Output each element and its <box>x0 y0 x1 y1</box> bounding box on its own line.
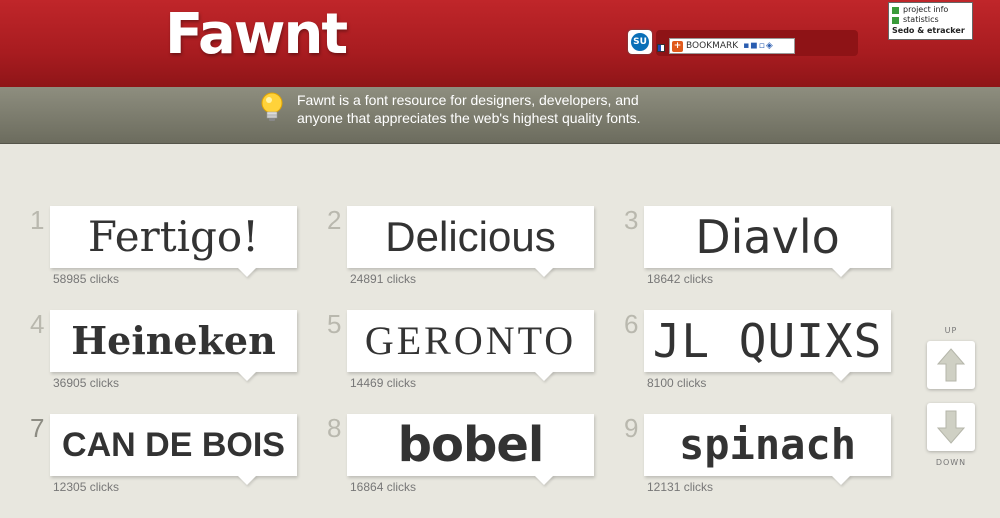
down-label: DOWN <box>935 458 967 467</box>
font-preview[interactable]: GERONTO <box>347 310 594 372</box>
font-sample-can-de-bois: CAN DE BOIS <box>62 426 285 464</box>
bookmark-button[interactable]: + BOOKMARK ▪◼▫◈ <box>669 38 795 54</box>
site-tagline: Fawnt is a font resource for designers, … <box>297 91 717 127</box>
etracker-brand: Sedo & etracker <box>892 26 965 35</box>
font-rank: 6 <box>624 309 639 339</box>
stumbleupon-label: SU <box>631 33 649 51</box>
font-card-9[interactable]: 9 spinach 12131 clicks <box>624 413 904 508</box>
click-count: 8100 clicks <box>647 376 707 390</box>
etracker-statistics: statistics <box>903 15 939 24</box>
font-rank: 9 <box>624 413 639 443</box>
font-rank: 5 <box>327 309 342 339</box>
lightbulb-icon <box>261 92 283 121</box>
callout-pointer <box>831 371 851 381</box>
font-sample-bobel: bobel <box>397 417 545 473</box>
arrow-icon <box>892 16 899 24</box>
click-count: 16864 clicks <box>350 480 417 494</box>
font-sample-spinach: spinach <box>678 420 856 469</box>
callout-pointer <box>831 267 851 277</box>
font-sample-geronto: GERONTO <box>364 318 577 363</box>
share-service-icons: ▪◼▫◈ <box>743 41 774 51</box>
callout-pointer <box>237 475 257 485</box>
font-card-1[interactable]: 1 Fertigo! 58985 clicks <box>30 205 310 300</box>
font-card-6[interactable]: 6 JL QUIXS 8100 clicks <box>624 309 904 404</box>
page-navigation: UP DOWN <box>926 326 976 471</box>
font-card-8[interactable]: 8 bobel 16864 clicks <box>327 413 607 508</box>
font-rank: 7 <box>30 413 45 443</box>
font-preview[interactable]: Delicious <box>347 206 594 268</box>
font-rank: 4 <box>30 309 45 339</box>
font-rank: 1 <box>30 205 45 235</box>
font-preview[interactable]: spinach <box>644 414 891 476</box>
font-sample-heineken: Heineken <box>71 318 276 363</box>
tagline-line-2: anyone that appreciates the web's highes… <box>297 110 641 126</box>
font-sample-jl-quixs: JL QUIXS <box>652 314 883 368</box>
font-preview[interactable]: CAN DE BOIS <box>50 414 297 476</box>
font-sample-delicious: Delicious <box>385 213 556 260</box>
click-count: 12131 clicks <box>647 480 714 494</box>
click-count: 12305 clicks <box>53 480 120 494</box>
click-count: 18642 clicks <box>647 272 714 286</box>
font-preview[interactable]: Diavlo <box>644 206 891 268</box>
font-preview[interactable]: bobel <box>347 414 594 476</box>
site-logo[interactable]: Fawnt <box>165 2 348 67</box>
font-rank: 2 <box>327 205 342 235</box>
arrow-down-icon <box>936 410 966 444</box>
callout-pointer <box>831 475 851 485</box>
etracker-project-info: project info <box>903 5 949 14</box>
font-preview[interactable]: Fertigo! <box>50 206 297 268</box>
arrow-up-icon <box>936 348 966 382</box>
callout-pointer <box>534 267 554 277</box>
click-count: 36905 clicks <box>53 376 120 390</box>
bookmark-label: BOOKMARK <box>686 41 739 51</box>
tagline-line-1: Fawnt is a font resource for designers, … <box>297 92 639 108</box>
click-count: 14469 clicks <box>350 376 417 390</box>
callout-pointer <box>237 371 257 381</box>
font-sample-fertigo: Fertigo! <box>87 212 260 261</box>
font-card-4[interactable]: 4 Heineken 36905 clicks <box>30 309 310 404</box>
scroll-down-button[interactable] <box>927 403 975 451</box>
font-rank: 8 <box>327 413 342 443</box>
font-sample-diavlo: Diavlo <box>695 210 840 264</box>
font-card-2[interactable]: 2 Delicious 24891 clicks <box>327 205 607 300</box>
font-card-5[interactable]: 5 GERONTO 14469 clicks <box>327 309 607 404</box>
callout-pointer <box>237 267 257 277</box>
font-card-7[interactable]: 7 CAN DE BOIS 12305 clicks <box>30 413 310 508</box>
plus-icon: + <box>672 40 683 52</box>
font-preview[interactable]: JL QUIXS <box>644 310 891 372</box>
font-card-3[interactable]: 3 Diavlo 18642 clicks <box>624 205 904 300</box>
callout-pointer <box>534 475 554 485</box>
click-count: 24891 clicks <box>350 272 417 286</box>
up-label: UP <box>944 326 958 335</box>
click-count: 58985 clicks <box>53 272 120 286</box>
scroll-up-button[interactable] <box>927 341 975 389</box>
arrow-icon <box>892 6 899 14</box>
etracker-badge[interactable]: project info statistics Sedo & etracker <box>888 2 973 40</box>
callout-pointer <box>534 371 554 381</box>
font-preview[interactable]: Heineken <box>50 310 297 372</box>
font-rank: 3 <box>624 205 639 235</box>
stumbleupon-icon[interactable]: SU <box>628 30 652 54</box>
delicious-icon[interactable] <box>657 44 665 52</box>
